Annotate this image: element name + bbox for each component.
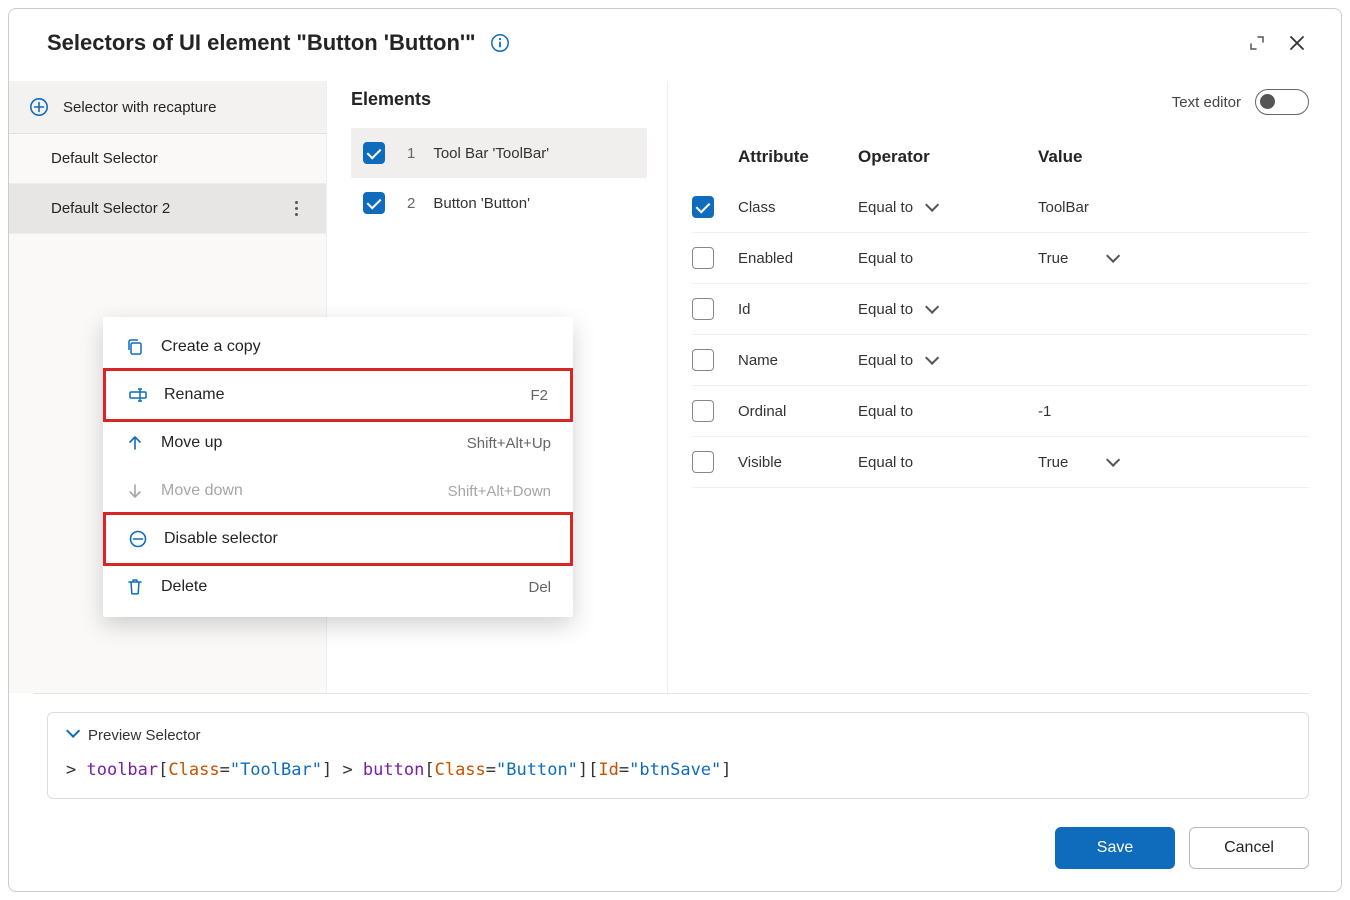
element-label: Button 'Button' xyxy=(433,195,530,212)
menu-item-label: Disable selector xyxy=(164,530,548,548)
element-row[interactable]: 2 Button 'Button' xyxy=(351,178,647,228)
attr-value-cell[interactable]: ToolBar xyxy=(1038,199,1309,216)
attr-row: Class Equal to ToolBar xyxy=(692,182,1309,233)
col-operator: Operator xyxy=(858,147,1028,167)
text-editor-label: Text editor xyxy=(1172,94,1241,111)
col-value: Value xyxy=(1038,147,1309,167)
menu-item-rename[interactable]: RenameF2 xyxy=(103,368,573,422)
body: Selector with recapture Default Selector… xyxy=(9,69,1341,693)
col-attribute: Attribute xyxy=(738,147,848,167)
expand-icon[interactable] xyxy=(1241,27,1273,59)
selector-item-label: Default Selector 2 xyxy=(51,200,170,217)
menu-item-label: Rename xyxy=(164,386,530,404)
chevron-down-icon xyxy=(925,300,939,314)
attr-checkbox[interactable] xyxy=(692,349,714,371)
selector-context-menu: Create a copyRenameF2Move upShift+Alt+Up… xyxy=(103,317,573,617)
rename-icon xyxy=(128,385,148,405)
attr-name: Name xyxy=(738,352,848,369)
more-icon[interactable] xyxy=(286,201,306,216)
attr-row: Enabled Equal to True xyxy=(692,233,1309,284)
menu-item-create-a-copy[interactable]: Create a copy xyxy=(103,323,573,371)
attributes-pane: Text editor Attribute Operator Value Cla… xyxy=(667,81,1341,693)
menu-item-shortcut: Shift+Alt+Down xyxy=(448,483,551,500)
selector-editor-window: Selectors of UI element "Button 'Button'… xyxy=(8,8,1342,892)
footer: Save Cancel xyxy=(9,809,1341,891)
chevron-down-icon xyxy=(925,198,939,212)
menu-item-shortcut: Shift+Alt+Up xyxy=(467,435,551,452)
element-index: 2 xyxy=(407,195,415,212)
elements-heading: Elements xyxy=(351,89,431,110)
attr-value-cell[interactable]: True xyxy=(1038,454,1309,471)
attr-row: Id Equal to xyxy=(692,284,1309,335)
attr-value-cell[interactable]: -1 xyxy=(1038,403,1309,420)
menu-item-move-down: Move downShift+Alt+Down xyxy=(103,467,573,515)
attr-value-cell[interactable]: True xyxy=(1038,250,1309,267)
menu-item-label: Move up xyxy=(161,434,467,452)
info-icon[interactable] xyxy=(490,33,510,53)
attr-operator-dropdown[interactable]: Equal to xyxy=(858,403,1028,420)
attr-name: Ordinal xyxy=(738,403,848,420)
preview-heading: Preview Selector xyxy=(88,727,201,744)
preview-code: > toolbar[Class="ToolBar"] > button[Clas… xyxy=(66,760,1290,780)
selector-item[interactable]: Default Selector xyxy=(9,134,326,184)
element-checkbox[interactable] xyxy=(363,192,385,214)
selector-item[interactable]: Default Selector 2 xyxy=(9,184,326,234)
menu-item-delete[interactable]: DeleteDel xyxy=(103,563,573,611)
element-row[interactable]: 1 Tool Bar 'ToolBar' xyxy=(351,128,647,178)
attr-row: Visible Equal to True xyxy=(692,437,1309,488)
attr-checkbox[interactable] xyxy=(692,400,714,422)
element-label: Tool Bar 'ToolBar' xyxy=(433,145,549,162)
add-selector-label: Selector with recapture xyxy=(63,99,216,116)
element-index: 1 xyxy=(407,145,415,162)
add-selector-button[interactable]: Selector with recapture xyxy=(9,81,326,134)
menu-item-shortcut: Del xyxy=(528,579,551,596)
cancel-button[interactable]: Cancel xyxy=(1189,827,1309,869)
arrow-down-icon xyxy=(125,481,145,501)
preview-toggle[interactable]: Preview Selector xyxy=(66,727,1290,744)
preview-selector-panel: Preview Selector > toolbar[Class="ToolBa… xyxy=(47,712,1309,799)
element-checkbox[interactable] xyxy=(363,142,385,164)
window-title: Selectors of UI element "Button 'Button'… xyxy=(47,30,476,56)
title-bar: Selectors of UI element "Button 'Button'… xyxy=(9,9,1341,69)
attr-row: Ordinal Equal to -1 xyxy=(692,386,1309,437)
trash-icon xyxy=(125,577,145,597)
attr-operator-dropdown[interactable]: Equal to xyxy=(858,352,1028,369)
attr-name: Class xyxy=(738,199,848,216)
save-button[interactable]: Save xyxy=(1055,827,1175,869)
menu-item-move-up[interactable]: Move upShift+Alt+Up xyxy=(103,419,573,467)
attr-name: Id xyxy=(738,301,848,318)
divider xyxy=(33,693,1309,694)
attr-operator-dropdown[interactable]: Equal to xyxy=(858,301,1028,318)
attr-name: Enabled xyxy=(738,250,848,267)
chevron-down-icon xyxy=(1106,249,1120,263)
attr-operator-dropdown[interactable]: Equal to xyxy=(858,199,1028,216)
attr-name: Visible xyxy=(738,454,848,471)
chevron-down-icon xyxy=(1106,453,1120,467)
attr-checkbox[interactable] xyxy=(692,298,714,320)
attr-operator-dropdown[interactable]: Equal to xyxy=(858,454,1028,471)
menu-item-shortcut: F2 xyxy=(530,387,548,404)
disable-icon xyxy=(128,529,148,549)
chevron-down-icon xyxy=(66,725,76,742)
menu-item-label: Delete xyxy=(161,578,528,596)
menu-item-label: Move down xyxy=(161,482,448,500)
selector-item-label: Default Selector xyxy=(51,150,158,167)
attr-table-header: Attribute Operator Value xyxy=(692,133,1309,182)
arrow-up-icon xyxy=(125,433,145,453)
attr-checkbox[interactable] xyxy=(692,196,714,218)
menu-item-disable-selector[interactable]: Disable selector xyxy=(103,512,573,566)
attr-checkbox[interactable] xyxy=(692,247,714,269)
close-icon[interactable] xyxy=(1281,27,1313,59)
attr-operator-dropdown[interactable]: Equal to xyxy=(858,250,1028,267)
chevron-down-icon xyxy=(925,351,939,365)
text-editor-toggle[interactable] xyxy=(1255,89,1309,115)
copy-icon xyxy=(125,337,145,357)
attr-checkbox[interactable] xyxy=(692,451,714,473)
attr-row: Name Equal to xyxy=(692,335,1309,386)
menu-item-label: Create a copy xyxy=(161,338,551,356)
